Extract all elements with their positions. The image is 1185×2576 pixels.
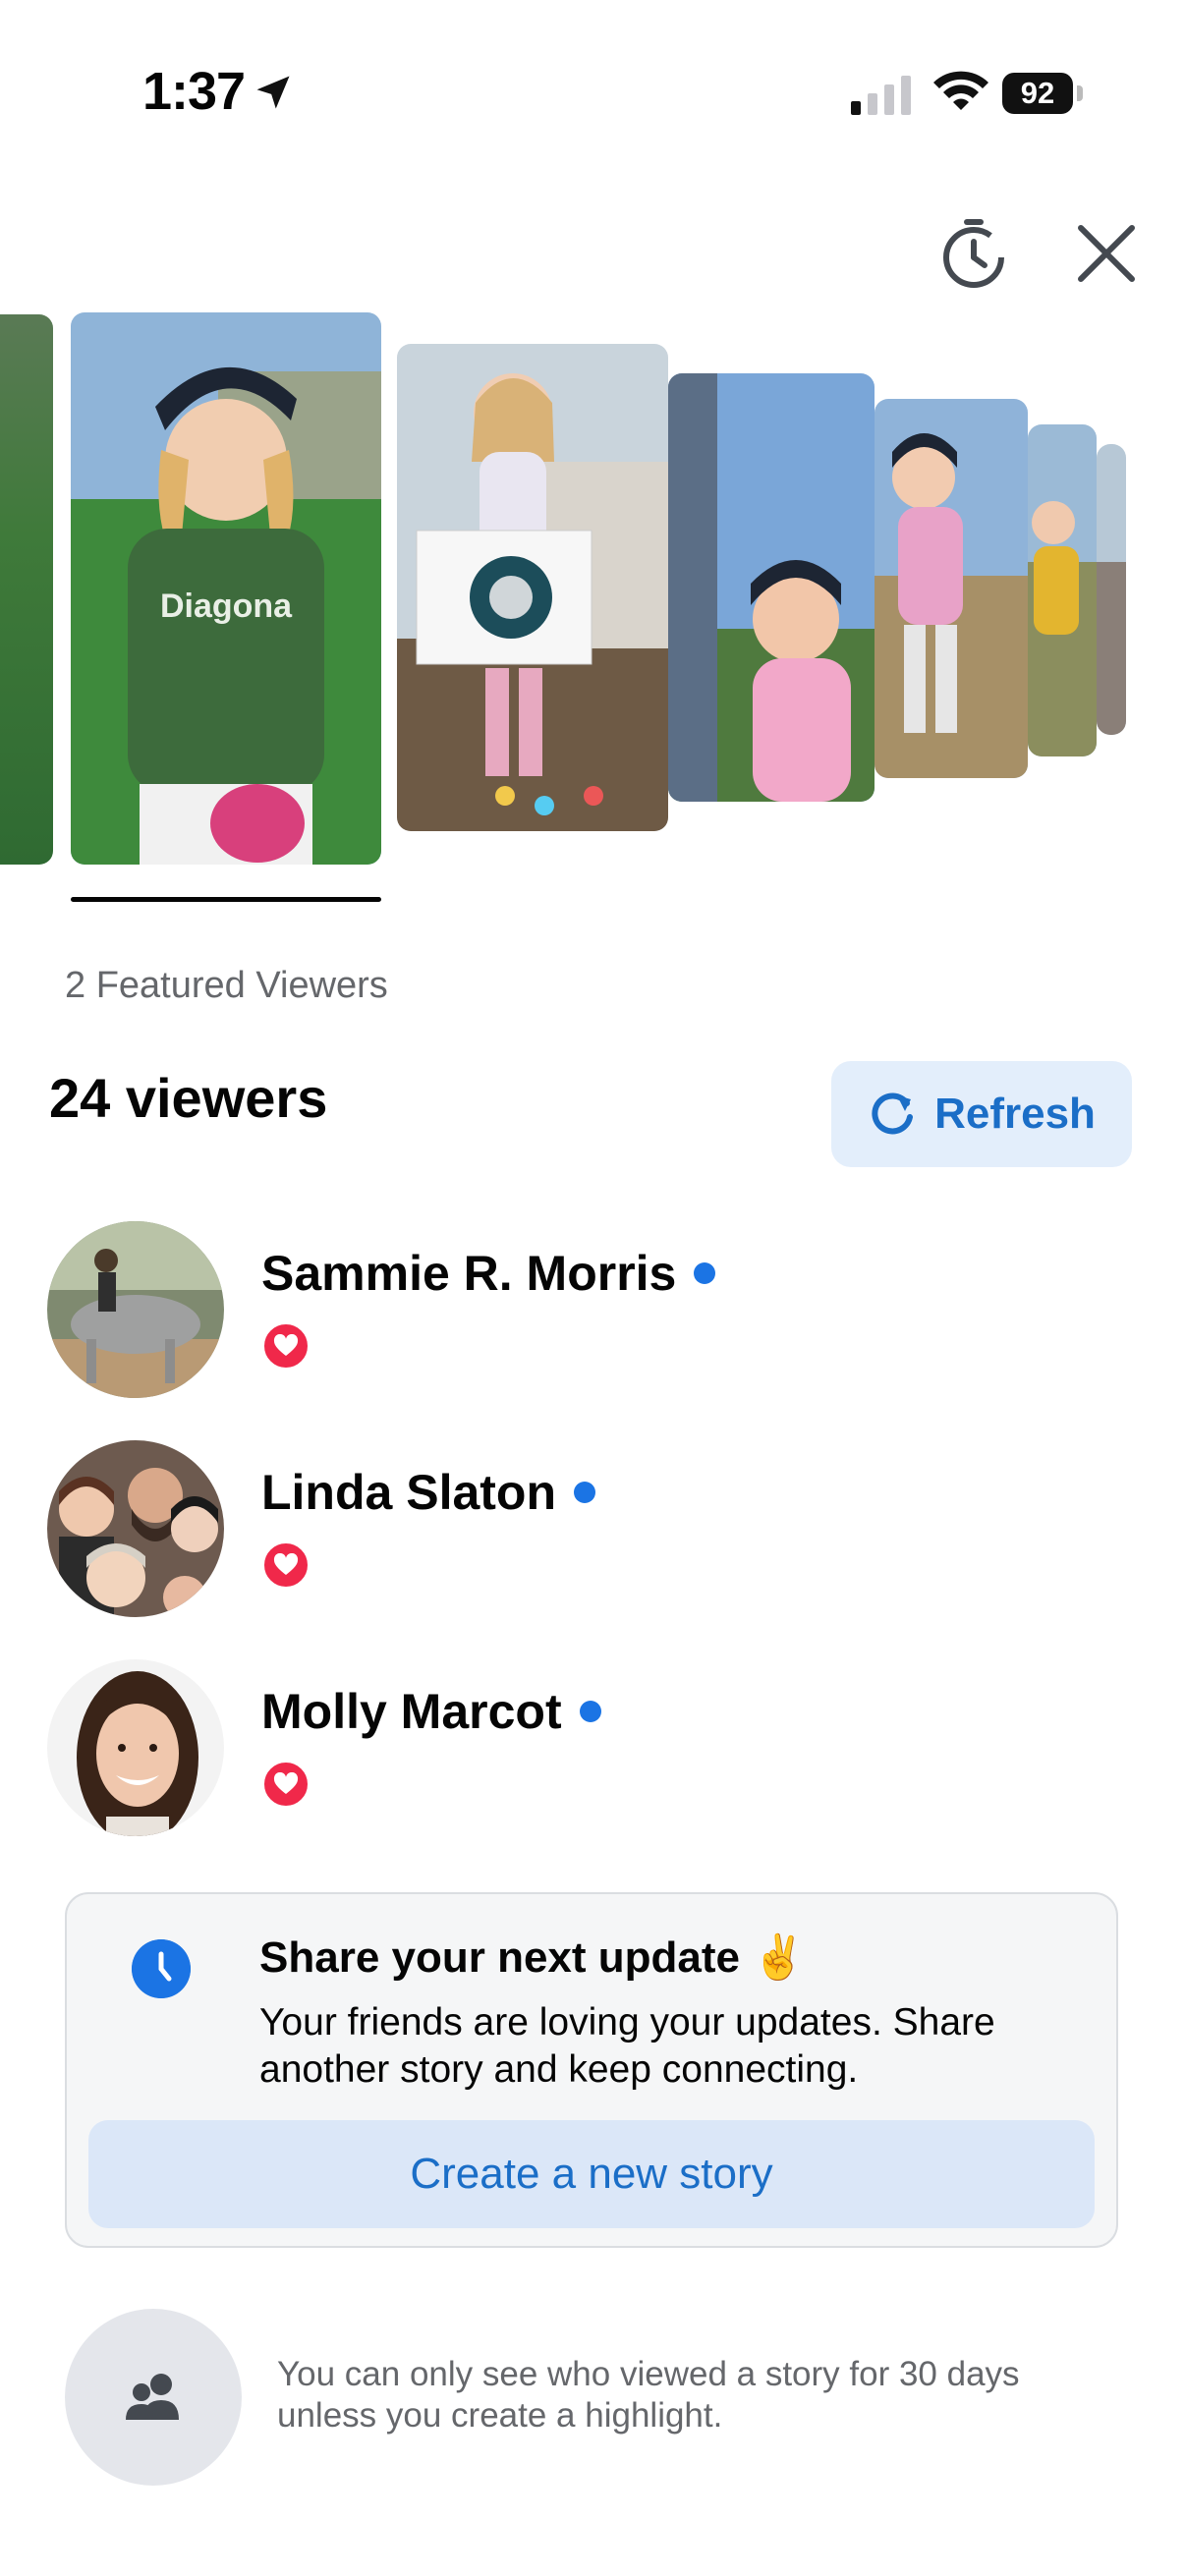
update-card-title: Share your next update ✌️ — [259, 1933, 807, 1982]
featured-viewers-label: 2 Featured Viewers — [65, 965, 388, 1006]
selected-story-indicator — [71, 897, 381, 902]
battery-indicator: 92 — [1002, 73, 1083, 114]
avatar[interactable] — [47, 1221, 224, 1398]
viewer-name[interactable]: Linda Slaton — [261, 1464, 595, 1521]
refresh-icon — [872, 1092, 914, 1135]
story-thumbnail-selected[interactable]: Diagona — [71, 312, 381, 865]
update-card-body: Your friends are loving your updates. Sh… — [259, 2001, 995, 2091]
story-thumbnail[interactable] — [1097, 444, 1126, 735]
cellular-signal-icon — [851, 76, 911, 115]
story-thumbnail[interactable] — [875, 399, 1028, 778]
viewer-name[interactable]: Sammie R. Morris — [261, 1245, 716, 1302]
clock-icon — [132, 1939, 191, 1998]
viewer-name[interactable]: Molly Marcot — [261, 1683, 601, 1740]
avatar[interactable] — [47, 1659, 224, 1836]
people-icon-circle — [65, 2309, 242, 2486]
viewer-retention-note: You can only see who viewed a story for … — [277, 2355, 1020, 2435]
story-thumbnail[interactable] — [1028, 424, 1097, 756]
battery-level: 92 — [1002, 73, 1073, 114]
wifi-icon — [933, 71, 988, 110]
story-thumbnail[interactable] — [668, 373, 875, 802]
viewers-count: 24 viewers — [49, 1067, 328, 1129]
new-viewer-dot — [694, 1262, 716, 1284]
story-thumbnail[interactable] — [0, 314, 53, 865]
create-story-button[interactable]: Create a new story — [88, 2120, 1095, 2228]
avatar[interactable] — [47, 1440, 224, 1617]
heart-reaction-icon — [261, 1760, 310, 1809]
viewer-row[interactable]: Sammie R. Morris — [47, 1221, 1138, 1398]
viewer-row[interactable]: Molly Marcot — [47, 1659, 1138, 1836]
new-viewer-dot — [579, 1701, 601, 1722]
heart-reaction-icon — [261, 1540, 310, 1590]
status-time: 1:37 — [142, 62, 246, 121]
close-icon[interactable] — [1071, 218, 1142, 289]
new-viewer-dot — [574, 1482, 595, 1503]
viewer-row[interactable]: Linda Slaton — [47, 1440, 1138, 1617]
story-history-icon[interactable] — [933, 214, 1014, 295]
heart-reaction-icon — [261, 1321, 310, 1371]
story-thumbnail[interactable] — [397, 344, 668, 831]
svg-text:Diagona: Diagona — [160, 588, 293, 625]
location-arrow-icon — [256, 76, 290, 109]
refresh-label: Refresh — [934, 1090, 1096, 1138]
refresh-button[interactable]: Refresh — [831, 1061, 1132, 1167]
people-icon — [126, 2374, 179, 2420]
